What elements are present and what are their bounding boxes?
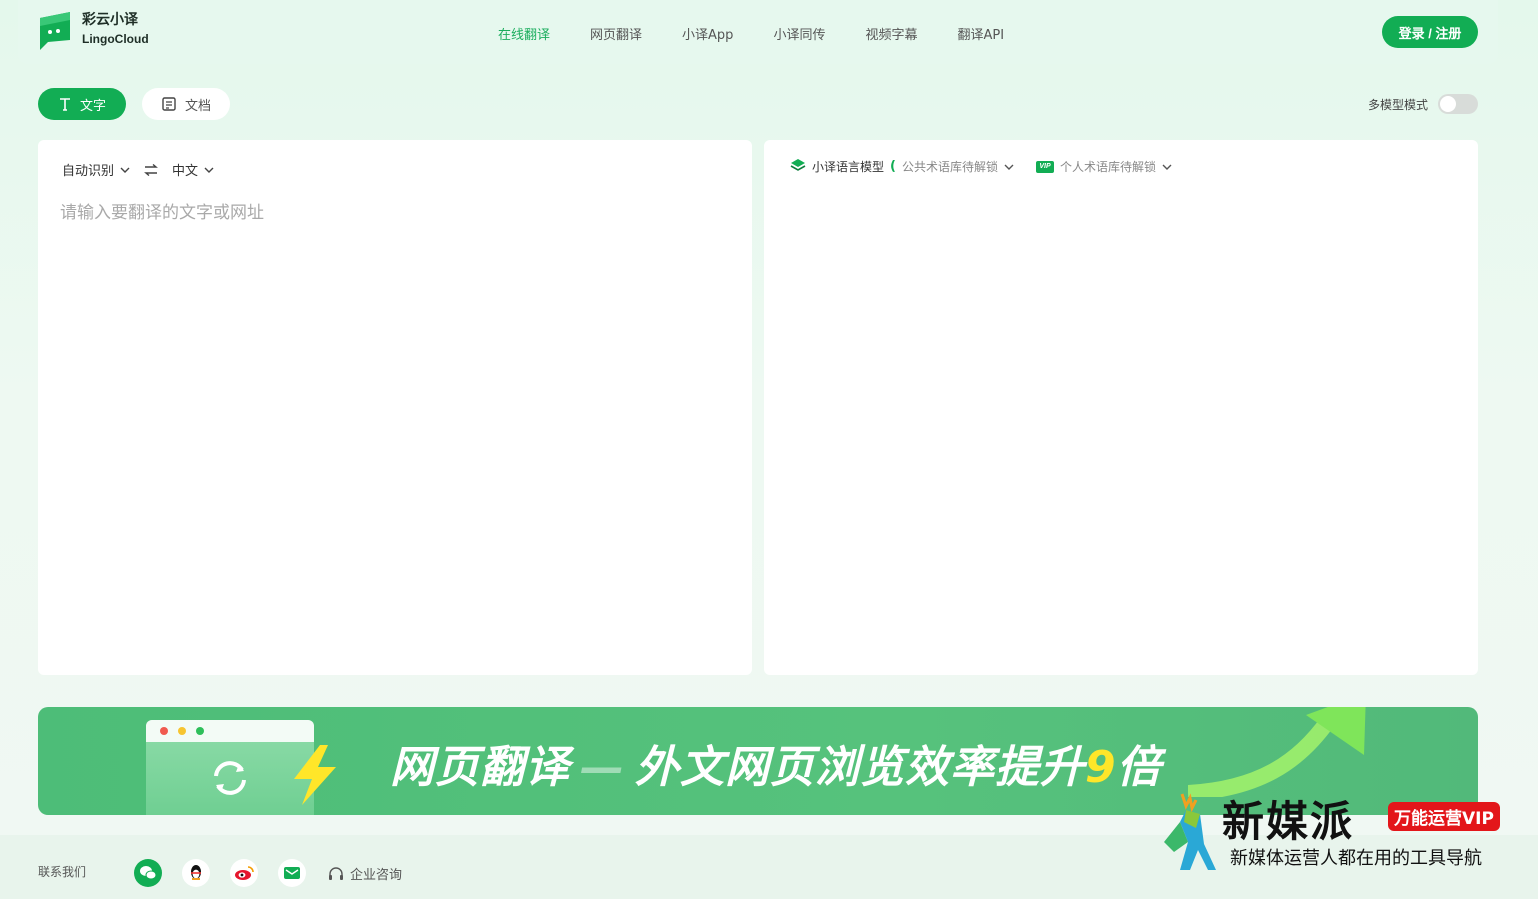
email-icon[interactable] bbox=[278, 859, 306, 887]
target-language-label: 中文 bbox=[172, 164, 199, 179]
logo-name-en: LingoCloud bbox=[82, 32, 149, 46]
nav-web-translate[interactable]: 网页翻译 bbox=[590, 24, 642, 43]
banner-title: 网页翻译 — 外文网页浏览效率提升9倍 bbox=[390, 742, 1162, 793]
top-header: 彩云小译 LingoCloud 在线翻译 网页翻译 小译App 小译同传 视频字… bbox=[18, 0, 1498, 64]
source-language-select[interactable]: 自动识别 bbox=[62, 160, 130, 179]
web-translate-banner[interactable]: 网页翻译 — 外文网页浏览效率提升9倍 bbox=[38, 707, 1478, 815]
nav-app[interactable]: 小译App bbox=[682, 24, 733, 43]
login-register-button[interactable]: 登录 / 注册 bbox=[1382, 16, 1478, 48]
source-panel: 自动识别 中文 bbox=[38, 140, 752, 675]
model-bar: 小译语言模型 ( 公共术语库待解锁 VIP 个人术语库待解锁 bbox=[790, 158, 1172, 175]
main-nav: 在线翻译 网页翻译 小译App 小译同传 视频字幕 翻译API bbox=[498, 24, 1044, 43]
language-selector-bar: 自动识别 中文 bbox=[62, 160, 214, 179]
vip-badge: VIP bbox=[1035, 160, 1054, 173]
nav-simultaneous[interactable]: 小译同传 bbox=[773, 24, 825, 43]
logo-icon bbox=[38, 10, 72, 50]
model-name-label: 小译语言模型 bbox=[812, 160, 885, 174]
chevron-down-icon bbox=[120, 167, 130, 173]
logo-name-cn: 彩云小译 bbox=[82, 12, 138, 28]
contact-us-label: 联系我们 bbox=[38, 865, 87, 879]
tab-document-label: 文档 bbox=[184, 98, 211, 114]
chevron-down-icon bbox=[1004, 164, 1014, 170]
brace-divider: ( bbox=[890, 159, 896, 174]
layers-icon bbox=[790, 158, 806, 175]
qq-icon[interactable] bbox=[182, 859, 210, 887]
growth-arrow-icon bbox=[1188, 707, 1366, 797]
multi-model-label: 多模型模式 bbox=[1367, 97, 1428, 112]
enterprise-consult-link[interactable]: 企业咨询 bbox=[328, 864, 402, 883]
target-panel: 小译语言模型 ( 公共术语库待解锁 VIP 个人术语库待解锁 bbox=[764, 140, 1478, 675]
target-language-select[interactable]: 中文 bbox=[172, 160, 214, 179]
text-type-icon bbox=[58, 97, 72, 111]
nav-api[interactable]: 翻译API bbox=[957, 24, 1004, 43]
public-term-label: 公共术语库待解锁 bbox=[901, 160, 998, 174]
document-icon bbox=[161, 96, 177, 112]
source-language-label: 自动识别 bbox=[62, 164, 115, 179]
tab-document-mode[interactable]: 文档 bbox=[142, 88, 230, 120]
chevron-down-icon bbox=[1162, 164, 1172, 170]
weibo-icon[interactable] bbox=[230, 859, 258, 887]
swap-languages-icon[interactable] bbox=[144, 163, 158, 176]
logo[interactable]: 彩云小译 LingoCloud bbox=[38, 10, 149, 50]
tab-text-label: 文字 bbox=[79, 98, 106, 114]
personal-term-select[interactable]: VIP 个人术语库待解锁 bbox=[1035, 158, 1172, 175]
headset-icon bbox=[328, 866, 344, 881]
multi-model-switch: 多模型模式 bbox=[1368, 94, 1478, 114]
tab-text-mode[interactable]: 文字 bbox=[38, 88, 126, 120]
footer: 联系我们 企业咨询 bbox=[0, 835, 1538, 899]
public-term-select[interactable]: 公共术语库待解锁 bbox=[902, 158, 1014, 175]
nav-online-translate[interactable]: 在线翻译 bbox=[498, 24, 550, 43]
multi-model-toggle[interactable] bbox=[1438, 94, 1478, 114]
lightning-icon bbox=[294, 745, 336, 805]
personal-term-label: 个人术语库待解锁 bbox=[1059, 160, 1156, 174]
refresh-icon bbox=[214, 761, 246, 795]
source-text-input[interactable] bbox=[60, 198, 730, 648]
wechat-icon[interactable] bbox=[134, 859, 162, 887]
nav-video-subtitle[interactable]: 视频字幕 bbox=[865, 24, 917, 43]
chevron-down-icon bbox=[204, 167, 214, 173]
enterprise-consult-label: 企业咨询 bbox=[350, 868, 403, 883]
